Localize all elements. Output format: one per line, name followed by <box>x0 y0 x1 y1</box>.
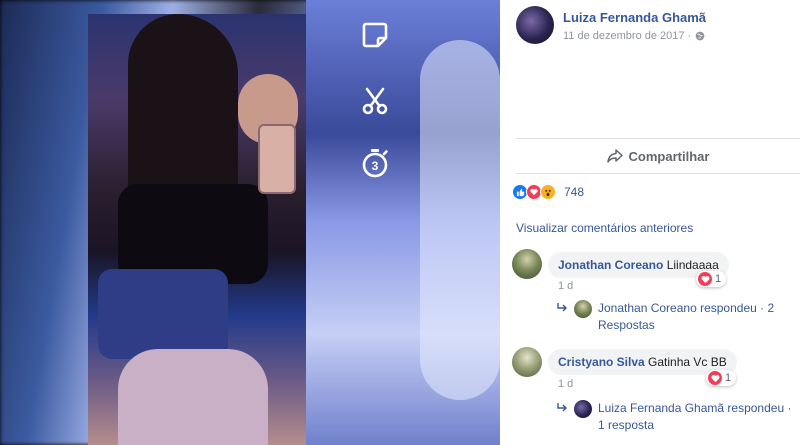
sticker-icon <box>358 18 392 52</box>
author-name[interactable]: Luiza Fernanda Ghamã <box>563 10 706 25</box>
commenter-avatar[interactable] <box>512 249 542 279</box>
comment-text: Gatinha Vc BB <box>648 355 727 369</box>
share-icon <box>606 149 623 163</box>
reply-author: Jonathan Coreano respondeu <box>598 301 757 315</box>
comment-text: Liindaaaa <box>666 258 719 272</box>
comment-time[interactable]: 1 d <box>558 280 573 292</box>
heart-icon <box>708 371 722 385</box>
comment-time[interactable]: 1 d <box>558 378 573 390</box>
replies-link[interactable]: Jonathan Coreano respondeu · 2 Respostas <box>556 300 796 334</box>
reply-arrow-icon <box>557 303 567 312</box>
timer-value: 3 <box>372 159 379 173</box>
post-side-panel: Luiza Fernanda Ghamã 11 de dezembro de 2… <box>500 0 800 445</box>
author-avatar[interactable] <box>516 6 554 44</box>
scissors-icon <box>358 84 392 118</box>
share-button[interactable]: Compartilhar <box>516 138 800 174</box>
commenter-avatar[interactable] <box>512 347 542 377</box>
commenter-name[interactable]: Cristyano Silva <box>558 355 645 369</box>
comment-reactions[interactable]: 1 <box>696 271 727 287</box>
photo-right-blur <box>306 0 500 445</box>
reply-author: Luiza Fernanda Ghamã respondeu <box>598 401 785 415</box>
commenter-name[interactable]: Jonathan Coreano <box>558 258 663 272</box>
post-date[interactable]: 11 de dezembro de 2017 · <box>563 30 691 42</box>
heart-icon <box>698 272 712 286</box>
share-label: Compartilhar <box>628 148 710 164</box>
globe-icon <box>695 31 705 41</box>
comment-reactions[interactable]: 1 <box>706 370 737 386</box>
photo-subject <box>88 14 306 445</box>
wow-reaction-icon <box>540 184 556 200</box>
view-previous-comments-link[interactable]: Visualizar comentários anteriores <box>516 221 693 235</box>
reply-arrow-icon <box>557 403 567 412</box>
post-header: Luiza Fernanda Ghamã 11 de dezembro de 2… <box>500 0 800 138</box>
timer-icon: 3 <box>358 146 392 180</box>
comment-reaction-count: 1 <box>725 372 732 384</box>
reply-avatar <box>574 400 592 418</box>
reply-avatar <box>574 300 592 318</box>
reactions-summary[interactable]: 748 <box>512 184 584 200</box>
reaction-count: 748 <box>564 185 585 199</box>
post-meta: 11 de dezembro de 2017 · <box>563 30 705 42</box>
replies-link[interactable]: Luiza Fernanda Ghamã respondeu · 1 respo… <box>556 400 796 434</box>
comment-reaction-count: 1 <box>715 273 722 285</box>
post-photo[interactable]: 3 <box>0 0 500 445</box>
